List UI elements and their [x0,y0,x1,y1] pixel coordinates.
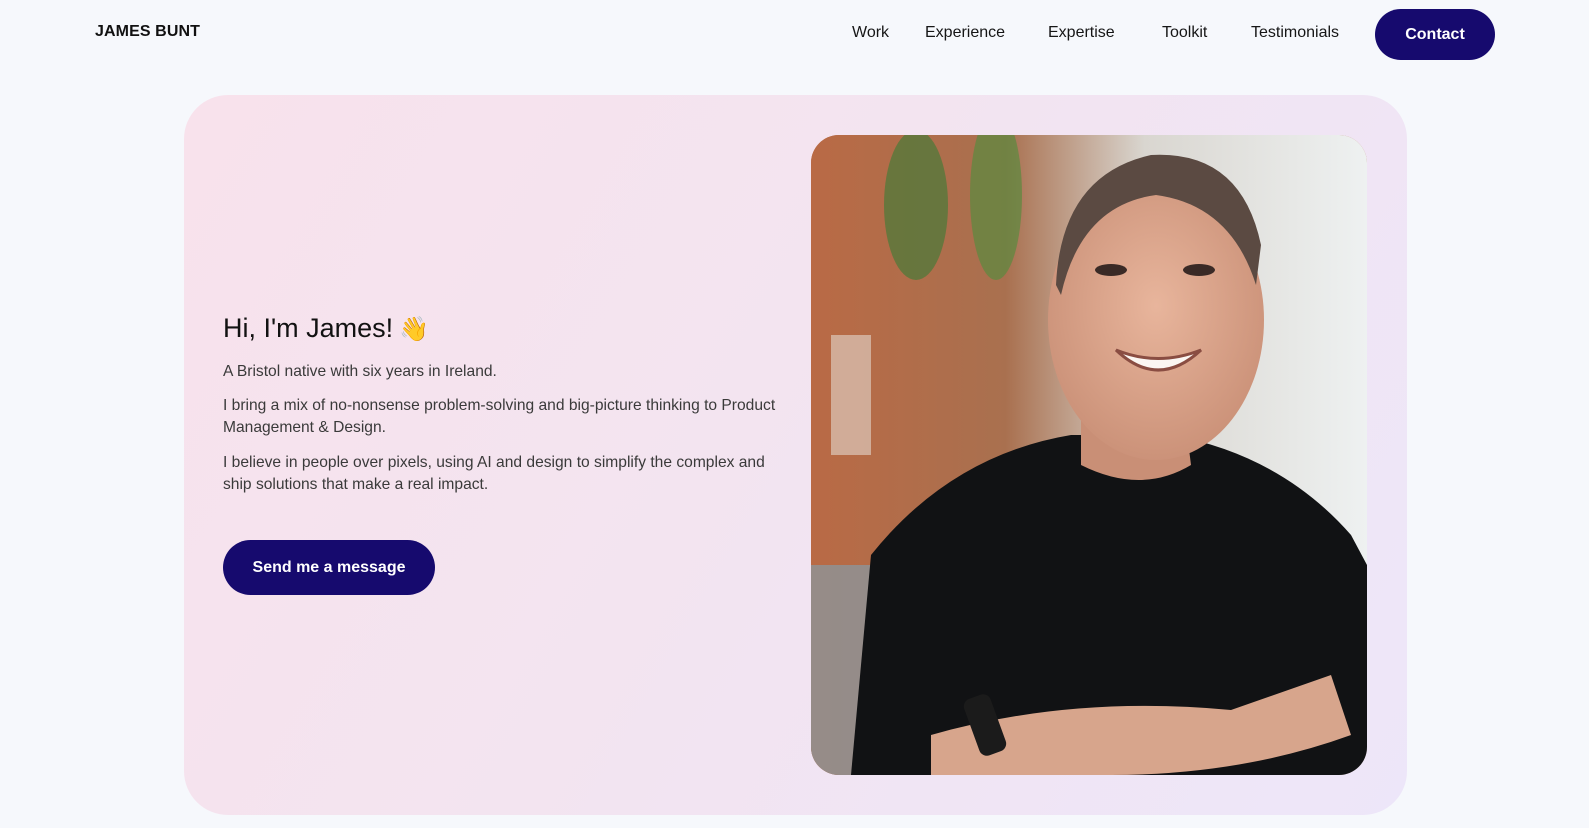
page: JAMES BUNT Work Experience Expertise Too… [0,0,1589,828]
nav-link-work[interactable]: Work [852,24,889,42]
hero-heading-text: Hi, I'm James! [223,313,394,343]
hero-heading: Hi, I'm James! 👋 [223,313,429,344]
philosophy-paragraph: I believe in people over pixels, using A… [223,454,765,493]
site-header: JAMES BUNT Work Experience Expertise Too… [0,0,1589,70]
nav-link-experience[interactable]: Experience [925,24,1005,42]
nav-link-testimonials[interactable]: Testimonials [1251,24,1339,42]
skills-paragraph: I bring a mix of no-nonsense problem-sol… [223,397,776,436]
intro-paragraph: A Bristol native with six years in Irela… [223,363,497,380]
waving-hand-icon: 👋 [399,315,430,343]
contact-button[interactable]: Contact [1375,9,1495,60]
nav-link-toolkit[interactable]: Toolkit [1162,24,1207,42]
send-message-button[interactable]: Send me a message [223,540,435,595]
portrait-photo [811,135,1367,775]
hero-card: Hi, I'm James! 👋 A Bristol native with si… [184,95,1407,815]
nav-link-expertise[interactable]: Expertise [1048,24,1115,42]
main-nav: Work Experience Expertise Toolkit Testim… [0,0,1589,70]
